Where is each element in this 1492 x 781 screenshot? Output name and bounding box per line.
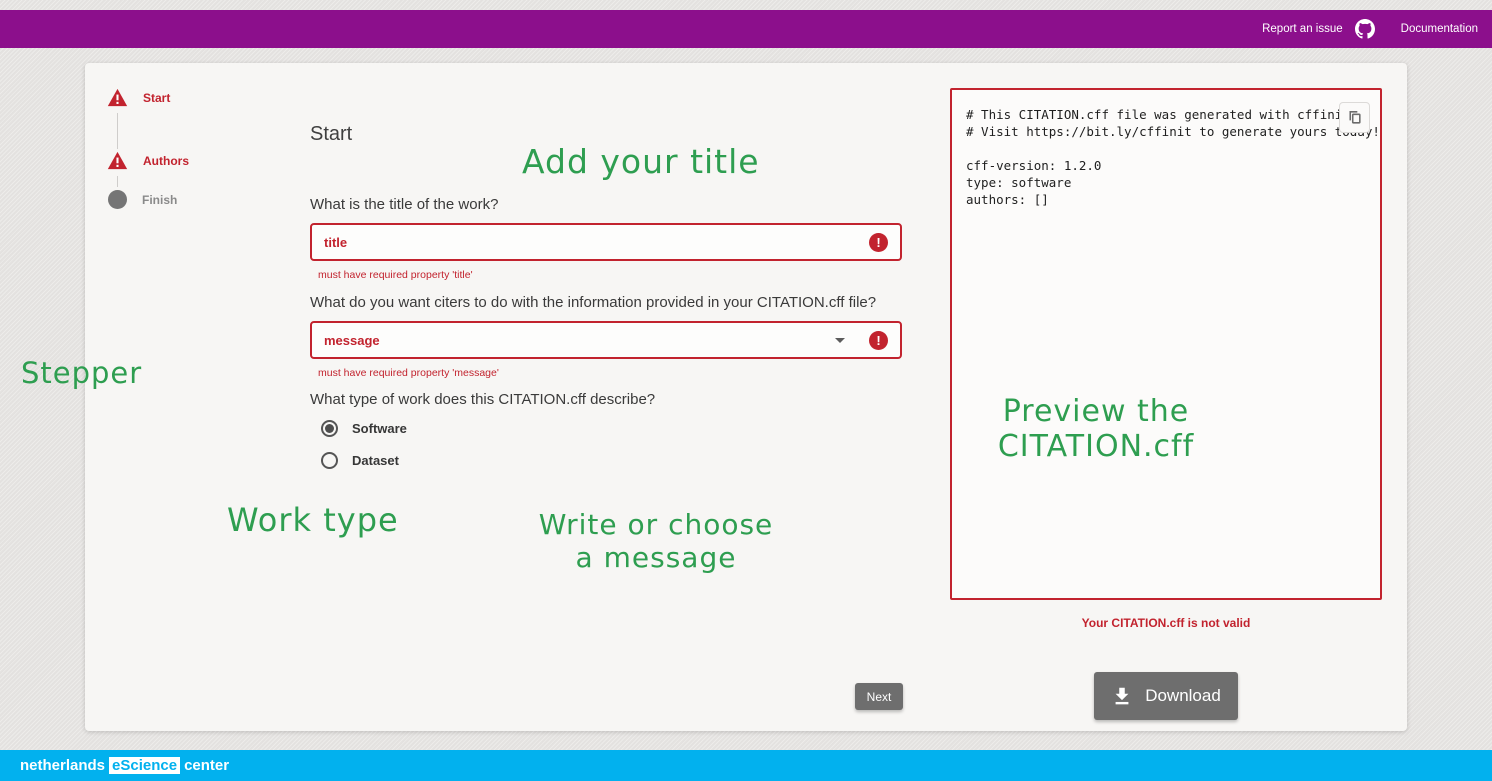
error-exclamation-icon: ! bbox=[869, 233, 888, 252]
radio-label: Dataset bbox=[352, 453, 399, 468]
annotation-message: Write or choose a message bbox=[528, 508, 784, 574]
step-label: Finish bbox=[142, 193, 177, 207]
radio-selected-icon bbox=[321, 420, 338, 437]
step-label: Start bbox=[143, 91, 170, 105]
download-icon bbox=[1111, 685, 1133, 707]
documentation-link[interactable]: Documentation bbox=[1401, 23, 1478, 35]
title-input[interactable] bbox=[324, 235, 869, 250]
stepper-step-authors[interactable]: Authors bbox=[107, 151, 189, 170]
inactive-step-icon bbox=[108, 190, 127, 209]
title-field-wrapper: ! bbox=[310, 223, 902, 261]
annotation-line: CITATION.cff bbox=[962, 429, 1230, 464]
citation-code: # This CITATION.cff file was generated w… bbox=[952, 90, 1380, 224]
download-label: Download bbox=[1145, 686, 1221, 706]
citation-preview-panel: # This CITATION.cff file was generated w… bbox=[950, 88, 1382, 600]
code-line: type: software bbox=[966, 174, 1366, 191]
annotation-work-type: Work type bbox=[227, 502, 399, 540]
stepper-step-start[interactable]: Start bbox=[107, 88, 170, 107]
title-error-text: must have required property 'title' bbox=[318, 269, 473, 281]
radio-option-software[interactable]: Software bbox=[321, 420, 407, 437]
error-exclamation-icon: ! bbox=[869, 331, 888, 350]
chevron-down-icon bbox=[835, 338, 845, 343]
annotation-stepper: Stepper bbox=[21, 356, 142, 390]
annotation-preview: Preview the CITATION.cff bbox=[962, 394, 1230, 465]
code-line: authors: [] bbox=[966, 191, 1366, 208]
stepper-connector bbox=[117, 113, 118, 149]
title-question: What is the title of the work? bbox=[310, 196, 910, 213]
next-button[interactable]: Next bbox=[855, 683, 903, 710]
code-line: # Visit https://bit.ly/cffinit to genera… bbox=[966, 123, 1366, 140]
code-line bbox=[966, 140, 1366, 157]
warning-icon bbox=[107, 151, 128, 170]
warning-icon bbox=[107, 88, 128, 107]
stepper-connector bbox=[117, 176, 118, 187]
copy-icon bbox=[1346, 109, 1363, 126]
github-icon[interactable] bbox=[1355, 19, 1375, 39]
annotation-add-title: Add your title bbox=[522, 143, 760, 182]
copy-button[interactable] bbox=[1339, 102, 1370, 133]
top-header-bar: Report an issue Documentation bbox=[0, 10, 1492, 48]
validation-status-text: Your CITATION.cff is not valid bbox=[950, 616, 1382, 630]
report-issue-link[interactable]: Report an issue bbox=[1262, 23, 1343, 35]
brand-post: center bbox=[184, 757, 229, 774]
message-question: What do you want citers to do with the i… bbox=[310, 294, 910, 311]
brand-pre: netherlands bbox=[20, 757, 105, 774]
message-select[interactable]: message ! bbox=[310, 321, 902, 359]
annotation-line: Write or choose bbox=[528, 508, 784, 541]
annotation-line: Preview the bbox=[962, 394, 1230, 429]
stepper-step-finish[interactable]: Finish bbox=[107, 190, 177, 209]
radio-unselected-icon bbox=[321, 452, 338, 469]
annotation-line: a message bbox=[528, 541, 784, 574]
code-line: # This CITATION.cff file was generated w… bbox=[966, 106, 1366, 123]
step-label: Authors bbox=[143, 154, 189, 168]
worktype-question: What type of work does this CITATION.cff… bbox=[310, 391, 910, 408]
brand-highlight: eScience bbox=[109, 757, 180, 774]
message-select-value: message bbox=[324, 333, 835, 348]
message-error-text: must have required property 'message' bbox=[318, 367, 499, 379]
escience-center-logo: netherlands eScience center bbox=[20, 757, 229, 774]
footer-bar: netherlands eScience center bbox=[0, 750, 1492, 781]
radio-option-dataset[interactable]: Dataset bbox=[321, 452, 399, 469]
download-button[interactable]: Download bbox=[1094, 672, 1238, 720]
section-title: Start bbox=[310, 123, 352, 146]
code-line: cff-version: 1.2.0 bbox=[966, 157, 1366, 174]
radio-label: Software bbox=[352, 421, 407, 436]
